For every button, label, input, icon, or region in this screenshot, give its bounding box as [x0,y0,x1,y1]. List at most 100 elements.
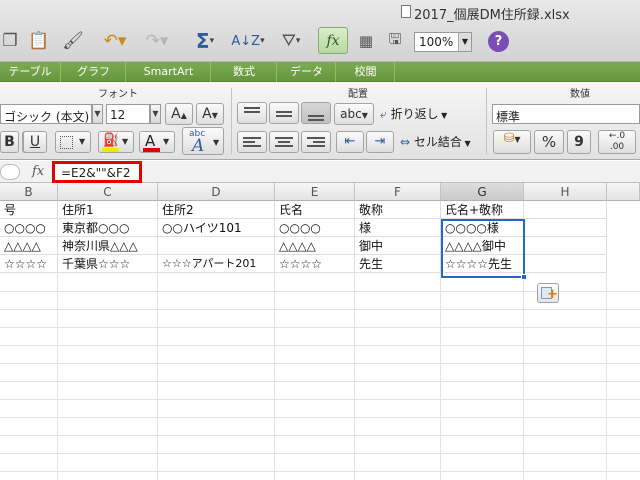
increase-indent-button[interactable]: ⇥ [366,131,394,153]
insert-function-button[interactable]: fx [318,27,348,54]
align-center-button[interactable] [269,131,299,153]
column-header-i[interactable] [607,183,640,201]
cell-c4[interactable]: 千葉県☆☆☆ [58,255,158,273]
font-name-dropdown[interactable]: ▼ [92,104,103,124]
format-painter-icon[interactable]: 🖌 [60,26,86,56]
help-button[interactable]: ? [488,31,509,52]
align-line [276,111,292,113]
cell-f3[interactable]: 御中 [355,237,441,255]
increase-decimal-button[interactable]: ←.0.00 [598,130,636,154]
cell-e3[interactable]: △△△△ [275,237,355,255]
wrap-text-icon: ⤶ [380,107,387,121]
chevron-down-icon: ▼ [79,137,86,146]
cell-f1[interactable]: 敬称 [355,201,441,219]
column-header-g[interactable]: G [441,183,524,201]
tab-table[interactable]: テーブル [0,62,61,82]
zoom-dropdown-arrow[interactable]: ▼ [458,33,471,51]
tab-smartart[interactable]: SmartArt [127,62,211,82]
align-line [244,111,260,113]
cell-f4[interactable]: 先生 [355,255,441,273]
cell-e4[interactable]: ☆☆☆☆ [275,255,355,273]
align-line [308,115,324,117]
toolbox-icon[interactable]: 🖫 [382,26,408,56]
formula-input[interactable]: =E2&""&F2 [52,161,142,183]
tab-formulas[interactable]: 数式 [212,62,277,82]
cell-b4[interactable]: ☆☆☆☆ [0,255,58,273]
paste-icon[interactable]: 📋 [26,26,52,56]
paint-bucket-icon: ⛽ [103,133,120,148]
grow-font-button[interactable]: A▲ [165,103,193,125]
number-format-field[interactable]: 標準 [492,104,640,124]
percent-button[interactable]: % [534,130,564,154]
font-size-dropdown[interactable]: ▼ [150,104,161,124]
undo-button[interactable]: ↶▾ [98,26,132,56]
cell-h1[interactable] [524,201,607,219]
cell-h2[interactable] [524,219,607,237]
column-header-e[interactable]: E [275,183,355,201]
decrease-indent-button[interactable]: ⇤ [336,131,364,153]
cell-b1[interactable]: 号 [0,201,58,219]
align-bottom-button[interactable] [301,102,331,124]
cell-f2[interactable]: 様 [355,219,441,237]
column-header-f[interactable]: F [355,183,441,201]
cell-e2[interactable]: ○○○○ [275,219,355,237]
accounting-format-button[interactable]: ⛁▼ [493,130,531,154]
align-line [243,141,255,143]
copy-icon[interactable]: ❐ [0,26,20,56]
redo-button[interactable]: ↷▾ [140,26,174,56]
bold-button[interactable]: B [0,131,19,153]
cell-h4[interactable] [524,255,607,273]
window-title: 2017_個展DM住所録.xlsx [414,8,570,23]
align-top-button[interactable] [237,102,267,124]
cell-d4[interactable]: ☆☆☆アパート201 [158,255,275,273]
document-icon [401,5,411,18]
shrink-font-button[interactable]: A▼ [196,103,224,125]
align-middle-button[interactable] [269,102,299,124]
column-header-d[interactable]: D [158,183,275,201]
fill-handle[interactable] [521,274,527,280]
borders-button[interactable]: ▼ [55,131,91,153]
column-header-c[interactable]: C [58,183,158,201]
paste-options-button[interactable]: + [537,283,559,303]
tab-data[interactable]: データ [278,62,336,82]
align-right-button[interactable] [301,131,331,153]
comma-style-button[interactable]: 9 [567,130,591,154]
cell-h3[interactable] [524,237,607,255]
filter-button[interactable]: ⛛ ▾ [274,26,308,56]
text-style-button[interactable]: abc A ▼ [182,127,224,156]
font-name-field[interactable]: ゴシック (本文) [0,104,92,124]
sort-button[interactable]: A↓Z ▾ [230,26,266,56]
font-color-button[interactable]: A ▼ [139,131,175,153]
cell-b2[interactable]: ○○○○ [0,219,58,237]
underline-button[interactable]: U [23,131,47,153]
cell-g1[interactable]: 氏名+敬称 [441,201,524,219]
column-header-h[interactable]: H [524,183,607,201]
autosum-button[interactable]: Σ ▾ [190,26,220,56]
tab-chart[interactable]: グラフ [62,62,126,82]
grid-line [0,435,640,436]
cell-b3[interactable]: △△△△ [0,237,58,255]
cell-c2[interactable]: 東京都○○○ [58,219,158,237]
cell-c1[interactable]: 住所1 [58,201,158,219]
cell-d3[interactable] [158,237,275,255]
column-header-b[interactable]: B [0,183,58,201]
tab-review[interactable]: 校閲 [337,62,395,82]
cell-d1[interactable]: 住所2 [158,201,275,219]
gallery-icon[interactable]: ▦ [354,26,378,56]
align-left-button[interactable] [237,131,267,153]
wrap-text-button[interactable]: ⤶ 折り返し ▼ [380,104,480,124]
font-size-field[interactable]: 12 [106,104,150,124]
merge-cells-button[interactable]: ⇔ セル結合 ▼ [400,132,484,152]
align-line [244,107,260,109]
fill-color-button[interactable]: ⛽ ▼ [98,131,134,153]
text-style-icon: A [192,136,205,156]
cell-e1[interactable]: 氏名 [275,201,355,219]
grid-line [0,309,640,310]
chevron-down-icon: ▼ [163,137,170,146]
name-box-end[interactable] [0,164,20,180]
cell-c3[interactable]: 神奈川県△△△ [58,237,158,255]
fill-color-swatch [102,148,119,152]
cell-d2[interactable]: ○○ハイツ101 [158,219,275,237]
orientation-button[interactable]: abc▼ [334,103,374,125]
grid-line [0,453,640,454]
